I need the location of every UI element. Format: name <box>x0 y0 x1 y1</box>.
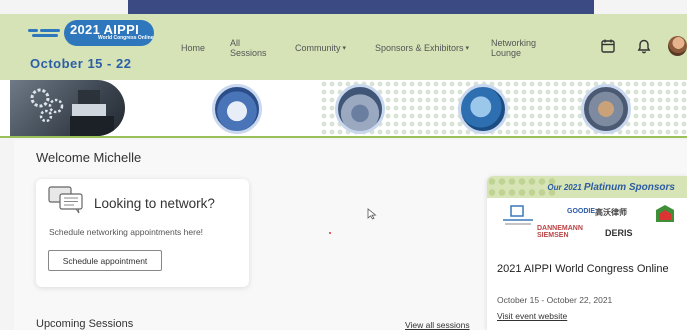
sponsor-banner: Our 2021 Platinum Sponsors <box>487 176 687 198</box>
event-card: Our 2021 Platinum Sponsors GOODIE 高沃律师 D… <box>487 176 687 330</box>
visit-event-website-link[interactable]: Visit event website <box>497 311 567 321</box>
page: 2021 AIPPI World Congress Online October… <box>0 0 687 330</box>
top-strip <box>128 0 594 14</box>
nav-home-label: Home <box>181 43 206 53</box>
gears-icon <box>30 88 114 136</box>
upcoming-sessions-heading: Upcoming Sessions <box>36 318 134 330</box>
sponsor-logo-1 <box>503 205 533 225</box>
sponsor-logos: GOODIE 高沃律师 DANNEMANN SIEMSEN DERIS <box>487 200 687 240</box>
header: 2021 AIPPI World Congress Online October… <box>0 14 687 80</box>
calendar-icon[interactable] <box>600 38 616 54</box>
banner-photo <box>10 80 125 136</box>
nav-all-sessions[interactable]: All Sessions <box>230 28 267 68</box>
banner-circle-3 <box>458 84 508 134</box>
sponsor-logo-dannemann: DANNEMANN SIEMSEN <box>537 225 583 239</box>
nav-all-sessions-label: All Sessions <box>230 38 267 58</box>
view-all-sessions-link[interactable]: View all sessions <box>405 320 470 330</box>
bell-icon[interactable] <box>636 38 652 54</box>
sponsor-logo-goodie: GOODIE <box>567 208 596 215</box>
chat-bubbles-icon <box>48 186 83 214</box>
avatar[interactable] <box>668 36 687 56</box>
banner-circle-1 <box>212 84 262 134</box>
nav-networking-label: Networking Lounge <box>491 38 537 58</box>
chevron-down-icon: ▾ <box>342 45 347 52</box>
banner <box>0 80 687 138</box>
nav-sponsors[interactable]: Sponsors & Exhibitors ▾ <box>375 28 469 68</box>
chevron-down-icon: ▾ <box>465 45 470 52</box>
nav-sponsors-label: Sponsors & Exhibitors <box>375 43 464 53</box>
banner-circle-4 <box>581 84 631 134</box>
nav-networking[interactable]: Networking Lounge <box>491 28 536 68</box>
sponsor-heading: Our 2021 Platinum Sponsors <box>547 182 675 193</box>
logo-badge: 2021 AIPPI World Congress Online <box>64 20 154 46</box>
sponsor-logo-gaowo: 高沃律师 <box>595 208 627 217</box>
sponsor-logo-deris: DERIS <box>605 228 633 238</box>
sponsor-heading-prefix: Our 2021 <box>547 183 584 192</box>
logo[interactable]: 2021 AIPPI World Congress Online <box>28 20 154 48</box>
mouse-cursor-icon <box>367 208 377 220</box>
event-title: 2021 AIPPI World Congress Online <box>497 263 669 275</box>
nav-community[interactable]: Community ▾ <box>295 28 346 68</box>
sponsor-logo-shield <box>656 205 674 222</box>
network-card-description: Schedule networking appointments here! <box>49 227 204 237</box>
banner-circle-2 <box>335 84 385 134</box>
red-dot <box>329 232 331 234</box>
network-card: Looking to network? Schedule networking … <box>36 179 249 287</box>
congress-dates: October 15 - 22 <box>30 56 132 71</box>
event-dates: October 15 - October 22, 2021 <box>497 295 613 305</box>
nav-home[interactable]: Home <box>181 28 205 68</box>
logo-dash <box>28 29 62 39</box>
logo-subtitle: World Congress Online <box>98 35 154 41</box>
banner-divider <box>0 136 687 138</box>
schedule-appointment-button[interactable]: Schedule appointment <box>48 250 162 271</box>
network-card-title: Looking to network? <box>94 196 215 211</box>
sponsor-heading-emphasis: Platinum Sponsors <box>583 182 675 193</box>
nav-community-label: Community <box>295 43 341 53</box>
welcome-heading: Welcome Michelle <box>36 150 142 165</box>
